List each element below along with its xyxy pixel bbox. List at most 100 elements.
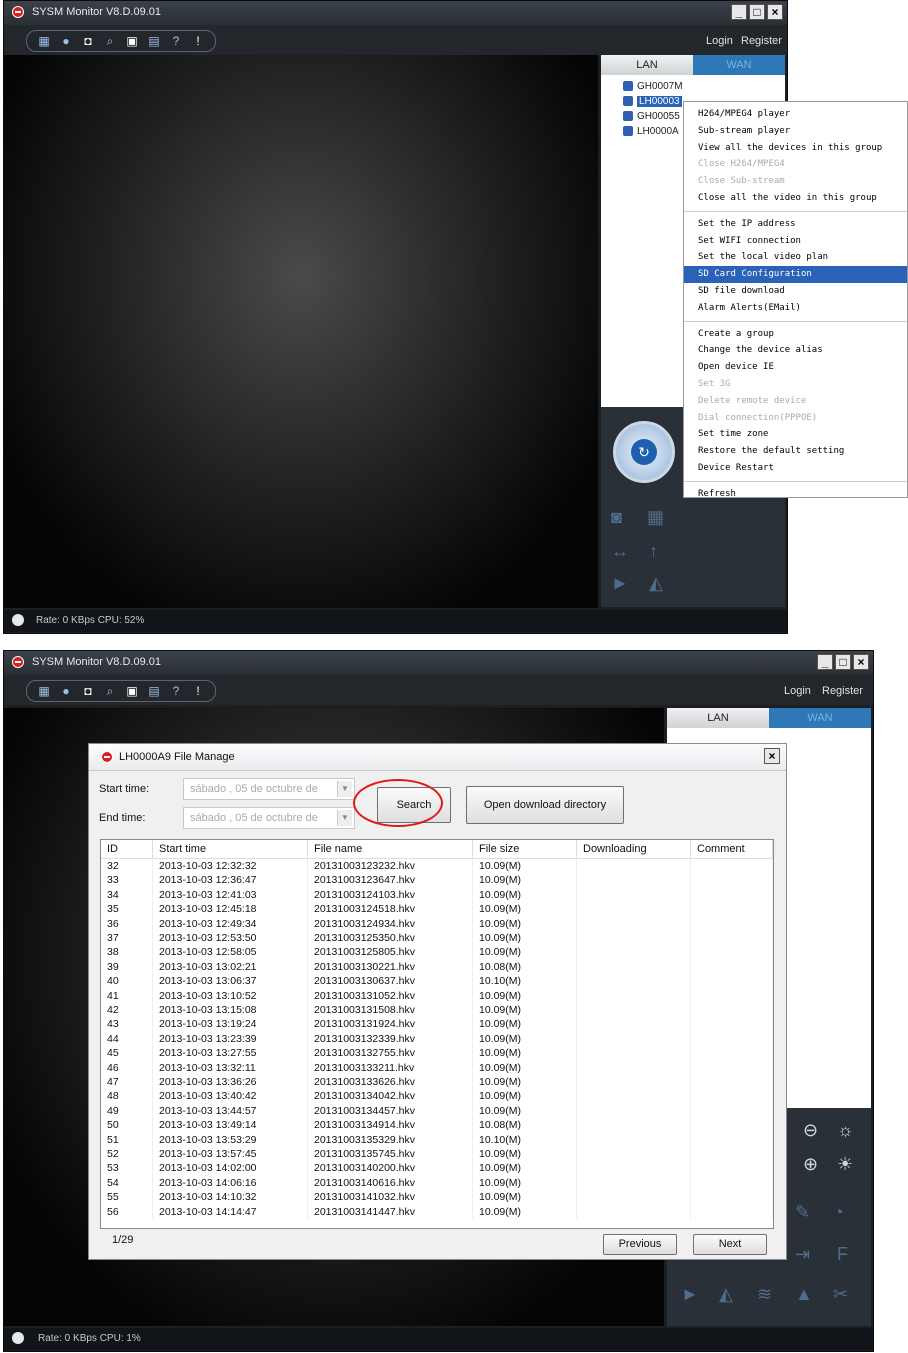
context-menu-item[interactable]: Device Restart [684,460,907,477]
chevron-down-icon[interactable]: ▼ [337,781,352,797]
login-link[interactable]: Login [706,35,733,47]
save-icon[interactable]: ▤ [145,683,163,699]
device-item[interactable]: GH00055 [623,111,680,122]
sail-icon[interactable]: ◭ [719,1284,733,1305]
tab-lan[interactable]: LAN [601,55,693,75]
layout-icon[interactable]: ▦ [35,683,53,699]
input-icon[interactable]: ⇥ [795,1244,810,1265]
end-time-picker[interactable]: sábado , 05 de octubre de ▼ [183,807,355,829]
camera-icon[interactable]: ◘ [79,33,97,49]
table-row[interactable]: 38 2013-10-03 12:58:05 20131003125805.hkv 1… [101,945,773,960]
dialog-close-button[interactable]: × [764,748,780,764]
minimize-button[interactable]: _ [817,654,833,670]
context-menu-item[interactable]: Set WIFI connection [684,233,907,250]
previous-button[interactable]: Previous [603,1234,677,1255]
minimize-button[interactable]: _ [731,4,747,20]
play-icon[interactable]: ► [611,573,629,594]
contrast-icon[interactable]: ☀ [837,1154,853,1175]
flip-icon[interactable]: ↔ [611,541,629,562]
info-icon[interactable]: ! [189,33,207,49]
column-header[interactable]: Start time [153,840,308,858]
table-row[interactable]: 49 2013-10-03 13:44:57 20131003134457.hkv 1… [101,1103,773,1119]
context-menu-item[interactable]: Set time zone [684,426,907,443]
table-row[interactable]: 55 2013-10-03 14:10:32 20131003141032.hkv 1… [101,1190,773,1205]
maximize-button[interactable]: □ [749,4,765,20]
tab-lan[interactable]: LAN [667,708,769,728]
table-row[interactable]: 46 2013-10-03 13:32:11 20131003133211.hkv 1… [101,1060,773,1075]
search-icon[interactable]: ⌕ [101,683,119,699]
context-menu-item[interactable]: Open device IE [684,359,907,376]
table-row[interactable]: 45 2013-10-03 13:27:55 20131003132755.hkv 1… [101,1046,773,1061]
table-row[interactable]: 32 2013-10-03 12:32:32 20131003123232.hkv 1… [101,859,773,874]
settings-icon[interactable]: ● [57,33,75,49]
lock-icon[interactable]: ▣ [123,683,141,699]
column-header[interactable]: Comment [691,840,773,858]
context-menu-item[interactable]: SD file download [684,283,907,300]
start-time-picker[interactable]: sábado , 05 de octubre de ▼ [183,778,355,800]
help-icon[interactable]: ? [167,683,185,699]
wifi-icon[interactable]: ≋ [757,1284,772,1305]
layout-icon[interactable]: ▦ [35,33,53,49]
table-row[interactable]: 53 2013-10-03 14:02:00 20131003140200.hkv 1… [101,1161,773,1176]
f-icon[interactable]: F [837,1244,848,1265]
table-row[interactable]: 50 2013-10-03 13:49:14 20131003134914.hkv 1… [101,1118,773,1133]
tab-wan[interactable]: WAN [693,55,785,75]
search-icon[interactable]: ⌕ [101,33,119,49]
register-link[interactable]: Register [741,35,782,47]
table-row[interactable]: 44 2013-10-03 13:23:39 20131003132339.hkv 1… [101,1031,773,1047]
wrench-icon[interactable]: ✂ [833,1284,848,1305]
record-icon[interactable]: ▦ [647,507,664,528]
context-menu-item[interactable]: Alarm Alerts(EMail) [684,300,907,317]
table-row[interactable]: 34 2013-10-03 12:41:03 20131003124103.hkv 1… [101,887,773,903]
table-row[interactable]: 37 2013-10-03 12:53:50 20131003125350.hkv 1… [101,931,773,946]
table-row[interactable]: 42 2013-10-03 13:15:08 20131003131508.hkv 1… [101,1003,773,1018]
context-menu-item[interactable]: Change the device alias [684,342,907,359]
context-menu-item[interactable]: SD Card Configuration [684,266,907,283]
context-menu-item[interactable]: Restore the default setting [684,443,907,460]
context-menu-item[interactable]: Refresh [684,486,907,503]
help-icon[interactable]: ? [167,33,185,49]
chevron-down-icon[interactable]: ▼ [337,810,352,826]
table-row[interactable]: 51 2013-10-03 13:53:29 20131003135329.hkv 1… [101,1132,773,1147]
login-link[interactable]: Login [784,685,811,697]
info-icon[interactable]: ! [189,683,207,699]
table-row[interactable]: 33 2013-10-03 12:36:47 20131003123647.hkv 1… [101,873,773,888]
mic-icon[interactable]: ✎ [795,1202,810,1223]
table-row[interactable]: 56 2013-10-03 14:14:47 20131003141447.hkv 1… [101,1204,773,1219]
context-menu-item[interactable]: Set the IP address [684,216,907,233]
context-menu-item[interactable]: Create a group [684,326,907,343]
context-menu-item[interactable]: H264/MPEG4 player [684,106,907,123]
table-row[interactable]: 52 2013-10-03 13:57:45 20131003135745.hkv 1… [101,1147,773,1162]
column-header[interactable]: ID [101,840,153,858]
table-row[interactable]: 48 2013-10-03 13:40:42 20131003134042.hkv 1… [101,1089,773,1104]
table-row[interactable]: 41 2013-10-03 13:10:52 20131003131052.hkv 1… [101,988,773,1003]
column-header[interactable]: Downloading [577,840,691,858]
snapshot-icon[interactable]: ◙ [611,507,622,528]
sail-icon[interactable]: ◭ [649,573,663,594]
table-row[interactable]: 54 2013-10-03 14:06:16 20131003140616.hkv 1… [101,1175,773,1191]
refresh-icon[interactable]: ↻ [631,439,657,465]
tab-wan[interactable]: WAN [769,708,871,728]
table-row[interactable]: 47 2013-10-03 13:36:26 20131003133626.hkv 1… [101,1075,773,1090]
column-header[interactable]: File name [308,840,473,858]
context-menu-item[interactable]: Close all the video in this group [684,190,907,207]
next-button[interactable]: Next [693,1234,767,1255]
device-item[interactable]: LH0000A [623,126,679,137]
camera-icon[interactable]: ◘ [79,683,97,699]
register-link[interactable]: Register [822,685,863,697]
open-download-directory-button[interactable]: Open download directory [466,786,624,824]
power-icon[interactable]: ◔ [833,1202,844,1223]
table-row[interactable]: 36 2013-10-03 12:49:34 20131003124934.hkv 1… [101,916,773,931]
table-row[interactable]: 39 2013-10-03 13:02:21 20131003130221.hkv 1… [101,959,773,975]
table-row[interactable]: 40 2013-10-03 13:06:37 20131003130637.hkv 1… [101,974,773,989]
zoom-out-icon[interactable]: ⊖ [803,1120,818,1141]
maximize-button[interactable]: □ [835,654,851,670]
close-button[interactable]: × [767,4,783,20]
zoom-in-icon[interactable]: ⊕ [803,1154,818,1175]
play-icon[interactable]: ► [681,1284,699,1305]
save-icon[interactable]: ▤ [145,33,163,49]
context-menu-item[interactable]: View all the devices in this group [684,140,907,157]
close-button[interactable]: × [853,654,869,670]
device-item[interactable]: GH0007M [623,81,683,92]
column-header[interactable]: File size [473,840,577,858]
